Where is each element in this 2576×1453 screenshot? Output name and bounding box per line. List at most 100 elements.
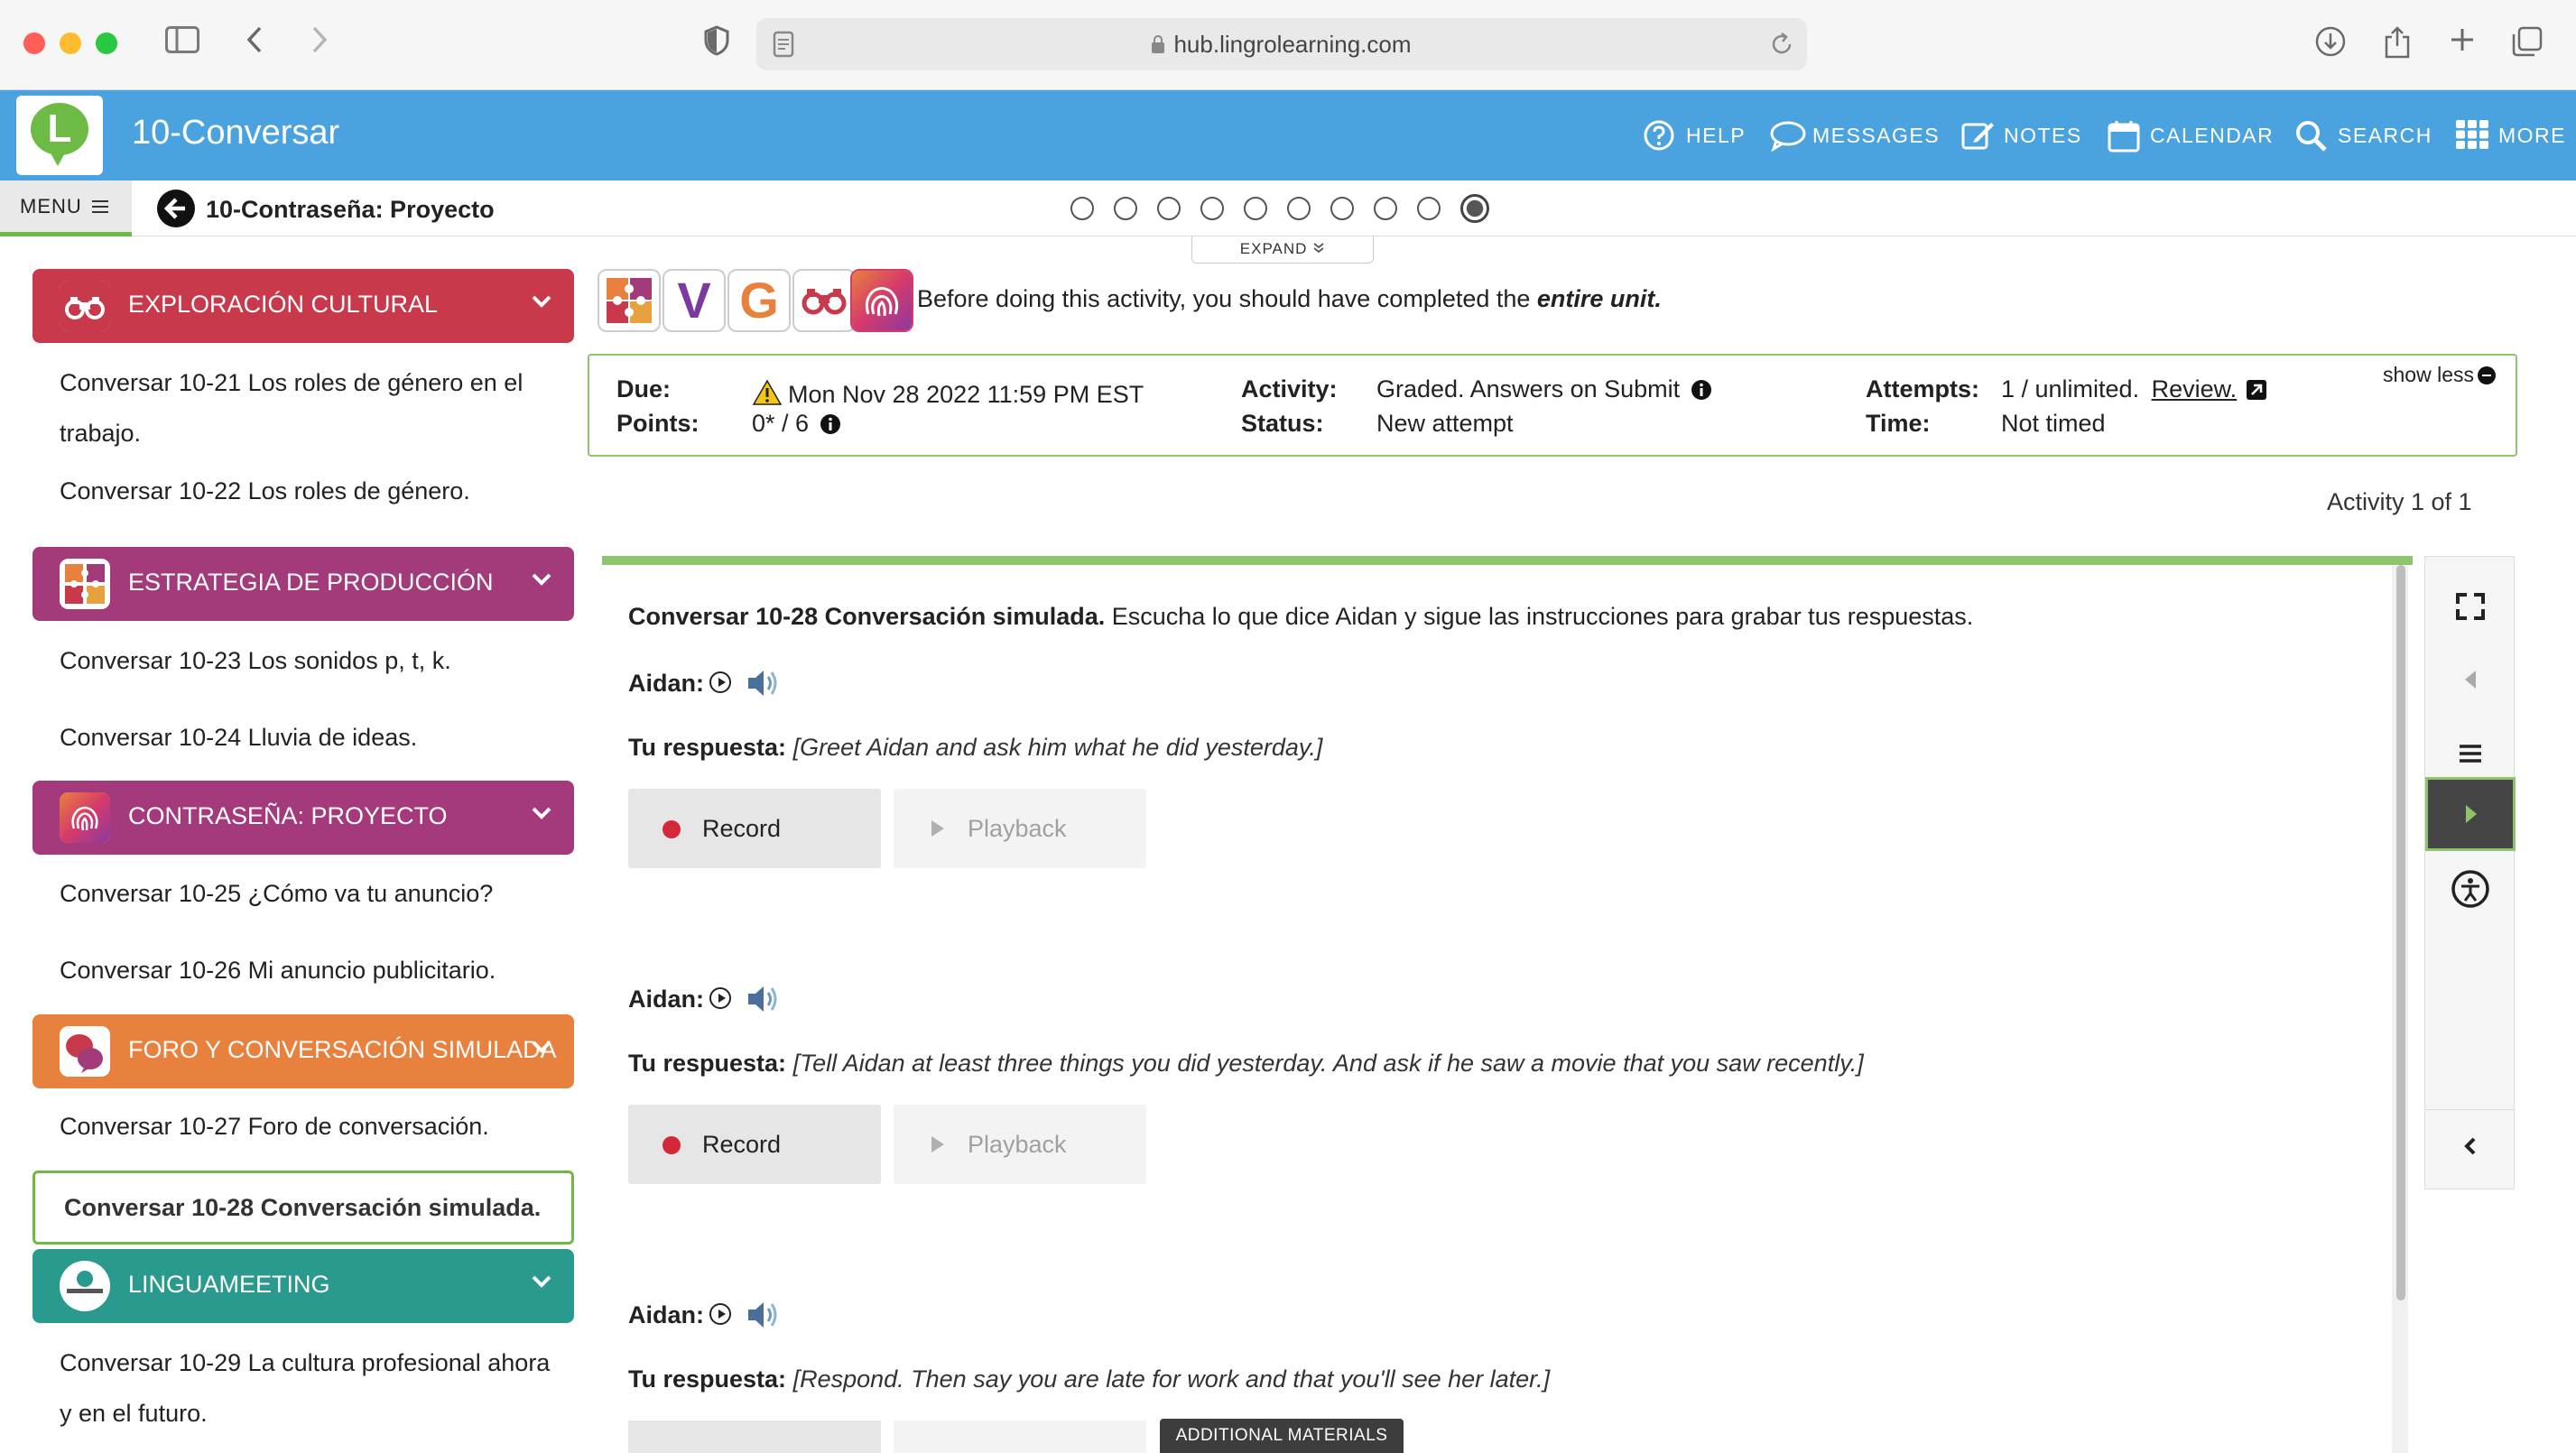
speaker-icon[interactable] xyxy=(746,1300,782,1330)
sidebar-item[interactable]: Conversar 10-25 ¿Cómo va tu anuncio? xyxy=(60,868,565,919)
back-arrow-icon[interactable] xyxy=(157,190,195,227)
status-value: New attempt xyxy=(1376,410,1514,437)
grid-icon xyxy=(2456,120,2488,149)
minimize-window-button[interactable] xyxy=(60,32,81,54)
forward-icon[interactable] xyxy=(301,25,338,61)
activity-instructions: Conversar 10-28 Conversación simulada. E… xyxy=(628,603,1974,630)
activity-toolrail xyxy=(2424,556,2516,1189)
zoom-window-button[interactable] xyxy=(96,32,117,54)
url-text: hub.lingrolearning.com xyxy=(756,31,1807,59)
content-scrollbar-thumb[interactable] xyxy=(2396,565,2405,1300)
progress-dot[interactable] xyxy=(1114,197,1137,220)
chevron-down-icon xyxy=(532,807,551,819)
address-bar[interactable]: hub.lingrolearning.com xyxy=(756,18,1807,70)
response-prompt: Tu respuesta: [Respond. Then say you are… xyxy=(628,1365,1551,1393)
progress-dot[interactable] xyxy=(1330,197,1354,220)
shield-icon[interactable] xyxy=(699,25,735,61)
section-foro-y-conversacion-simulada[interactable]: FORO Y CONVERSACIÓN SIMULADA xyxy=(32,1014,574,1088)
play-circle-icon[interactable] xyxy=(709,987,731,1009)
playback-button[interactable]: Playback xyxy=(894,789,1146,868)
external-link-icon[interactable] xyxy=(2246,379,2267,401)
sidebar-item[interactable]: Conversar 10-23 Los sonidos p, t, k. xyxy=(60,635,565,686)
section-estrategia-de-produccion[interactable]: ESTRATEGIA DE PRODUCCIÓN xyxy=(32,547,574,621)
sidebar-item[interactable]: Conversar 10-26 Mi anuncio publicitario. xyxy=(60,945,565,995)
new-tab-icon[interactable] xyxy=(2444,25,2480,61)
speaker-icon[interactable] xyxy=(746,668,782,699)
activity-info-box: Due: Mon Nov 28 2022 11:59 PM EST Points… xyxy=(588,354,2517,457)
progress-dot[interactable] xyxy=(1287,197,1311,220)
playback-button[interactable]: Playback xyxy=(894,1105,1146,1184)
tab-overview-icon[interactable] xyxy=(2509,25,2545,61)
fullscreen-icon[interactable] xyxy=(2425,569,2516,642)
response-prompt: Tu respuesta: [Tell Aidan at least three… xyxy=(628,1050,1864,1077)
chevron-down-icon xyxy=(532,1275,551,1288)
calendar-icon xyxy=(2108,121,2140,153)
sidebar-item[interactable]: Conversar 10-27 Foro de conversación. xyxy=(60,1101,565,1152)
chevron-down-icon xyxy=(532,1041,551,1053)
section-linguameeting[interactable]: LINGUAMEETING xyxy=(32,1249,574,1323)
nav-more[interactable]: MORE xyxy=(2455,117,2566,153)
next-play-icon[interactable] xyxy=(2425,777,2516,851)
fingerprint-icon xyxy=(60,792,110,843)
nav-calendar[interactable]: CALENDAR xyxy=(2107,117,2274,153)
chat-bubble-icon xyxy=(1770,121,1806,152)
additional-materials-tab[interactable]: ADDITIONAL MATERIALS xyxy=(1160,1419,1404,1453)
grammar-badge: G xyxy=(727,269,791,332)
reload-icon[interactable] xyxy=(1769,31,1794,62)
notes-edit-icon xyxy=(1961,123,1994,150)
progress-dot[interactable] xyxy=(1244,197,1267,220)
lingro-logo[interactable]: L xyxy=(16,96,103,175)
progress-dot[interactable] xyxy=(1070,197,1094,220)
prerequisite-notice: Before doing this activity, you should h… xyxy=(917,285,1662,312)
show-less-toggle[interactable]: show less xyxy=(2383,363,2496,387)
speaker-label: Aidan: xyxy=(628,1301,704,1328)
sidebar-item[interactable]: Conversar 10-29 La cultura profesional a… xyxy=(60,1337,565,1439)
progress-dot[interactable] xyxy=(1157,197,1181,220)
review-link[interactable]: Review. xyxy=(2152,375,2238,403)
menu-button[interactable]: MENU xyxy=(0,180,132,236)
back-icon[interactable] xyxy=(236,25,273,61)
activity-content xyxy=(602,556,2413,1453)
play-circle-icon[interactable] xyxy=(709,1303,731,1325)
record-button[interactable]: Record xyxy=(628,1105,881,1184)
sidebar-item[interactable]: Conversar 10-22 Los roles de género. xyxy=(60,466,565,516)
progress-dot-current[interactable] xyxy=(1460,194,1489,223)
minus-circle-icon xyxy=(2478,366,2496,384)
play-circle-icon[interactable] xyxy=(709,671,731,693)
progress-dot[interactable] xyxy=(1417,197,1441,220)
nav-messages[interactable]: MESSAGES xyxy=(1769,117,1940,153)
sidebar-item-active[interactable]: Conversar 10-28 Conversación simulada. xyxy=(32,1171,574,1245)
time-value: Not timed xyxy=(2001,410,2106,437)
nav-help[interactable]: HELP xyxy=(1643,117,1746,153)
info-icon[interactable] xyxy=(820,413,841,435)
expand-button[interactable]: EXPAND xyxy=(1191,236,1374,264)
record-button[interactable]: Record xyxy=(628,789,881,868)
double-chevron-down-icon xyxy=(1313,243,1324,254)
prev-icon[interactable] xyxy=(2425,643,2516,716)
puzzle-icon xyxy=(60,559,110,609)
activity-counter: Activity 1 of 1 xyxy=(2327,488,2472,515)
collapse-icon[interactable] xyxy=(2425,1109,2516,1181)
fingerprint-icon xyxy=(850,269,913,332)
playback-button[interactable] xyxy=(894,1421,1146,1453)
downloads-icon[interactable] xyxy=(2312,25,2349,61)
nav-notes[interactable]: NOTES xyxy=(1960,117,2082,153)
sidebar-item[interactable]: Conversar 10-21 Los roles de género en e… xyxy=(60,357,565,458)
progress-dot[interactable] xyxy=(1200,197,1224,220)
vocabulary-badge: V xyxy=(663,269,726,332)
close-window-button[interactable] xyxy=(23,32,45,54)
progress-dot[interactable] xyxy=(1374,197,1397,220)
info-icon[interactable] xyxy=(1691,379,1712,401)
share-icon[interactable] xyxy=(2379,25,2415,61)
section-contrasena-proyecto[interactable]: CONTRASEÑA: PROYECTO xyxy=(32,781,574,855)
help-icon xyxy=(1644,120,1674,151)
nav-search[interactable]: SEARCH xyxy=(2294,117,2432,153)
puzzle-icon xyxy=(598,269,661,332)
sidebar-item[interactable]: Conversar 10-24 Lluvia de ideas. xyxy=(60,712,565,763)
record-button[interactable] xyxy=(628,1421,881,1453)
speaker-icon[interactable] xyxy=(746,984,782,1014)
accessibility-icon[interactable] xyxy=(2425,853,2516,925)
course-title: 10-Conversar xyxy=(132,114,340,152)
sidebar-toggle-icon[interactable] xyxy=(164,25,200,61)
section-exploracion-cultural[interactable]: EXPLORACIÓN CULTURAL xyxy=(32,269,574,343)
